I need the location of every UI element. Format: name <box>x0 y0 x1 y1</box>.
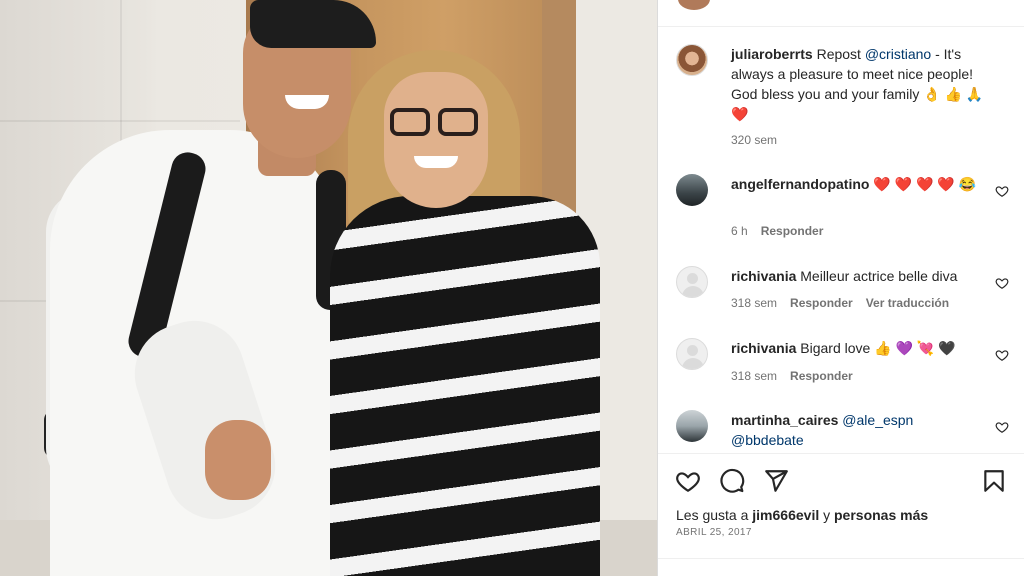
commenter-avatar[interactable] <box>676 410 708 442</box>
bookmark-icon[interactable] <box>981 468 1007 494</box>
comment-like-heart-icon[interactable] <box>995 184 1009 198</box>
woman-striped-sweater <box>330 196 600 576</box>
paper-plane-icon[interactable] <box>763 468 789 494</box>
caption-mention[interactable]: @cristiano <box>865 46 931 62</box>
woman-glasses <box>390 108 482 138</box>
post-photo[interactable] <box>0 0 657 576</box>
comment-text: Bigard love 👍 💜 💘 🖤 <box>796 340 956 356</box>
comment-time[interactable]: 6 h <box>731 224 748 238</box>
thumbs-up-hand <box>205 420 271 500</box>
comment-username[interactable]: richivania <box>731 340 796 356</box>
translate-button[interactable]: Ver traducción <box>866 296 949 310</box>
comment-text: Meilleur actrice belle diva <box>796 268 958 284</box>
commenter-avatar-default[interactable] <box>676 338 708 370</box>
comment-meta: 6 h Responder <box>731 224 836 238</box>
action-bar-divider <box>658 453 1024 454</box>
caption-text-prefix: Repost <box>812 46 865 62</box>
comment-username[interactable]: martinha_caires <box>731 412 838 428</box>
post-caption: juliaroberrts Repost @cristiano - It's a… <box>731 44 993 124</box>
likes-user[interactable]: jim666evil <box>752 507 819 523</box>
comment-username[interactable]: angelfernandopatino <box>731 176 869 192</box>
reply-button[interactable]: Responder <box>790 296 853 310</box>
author-avatar[interactable] <box>676 44 708 76</box>
commenter-avatar-default[interactable] <box>676 266 708 298</box>
comment-bubble-icon[interactable] <box>719 468 745 494</box>
comment-mention[interactable]: @bbdebate <box>731 432 804 448</box>
comment-username[interactable]: richivania <box>731 268 796 284</box>
comment-meta: 318 sem Responder Ver traducción <box>731 296 962 310</box>
comment-text: ❤️ ❤️ ❤️ ❤️ 😂 <box>869 176 977 192</box>
commenter-avatar[interactable] <box>676 174 708 206</box>
comment-time[interactable]: 318 sem <box>731 296 777 310</box>
comment-like-heart-icon[interactable] <box>995 420 1009 434</box>
comment-item: angelfernandopatino ❤️ ❤️ ❤️ ❤️ 😂 <box>731 174 993 194</box>
reply-button[interactable]: Responder <box>761 224 824 238</box>
likes-middle: y <box>819 507 834 523</box>
heart-outline-icon[interactable] <box>675 468 701 494</box>
caption-username[interactable]: juliaroberrts <box>731 46 813 62</box>
comment-mention[interactable]: @ale_espn <box>838 412 913 428</box>
likes-prefix: Les gusta a <box>676 507 753 523</box>
woman-face <box>384 72 488 208</box>
comment-like-heart-icon[interactable] <box>995 276 1009 290</box>
likes-summary: Les gusta a jim666evil y personas más <box>676 506 928 524</box>
comment-time[interactable]: 318 sem <box>731 369 777 383</box>
reply-button[interactable]: Responder <box>790 369 853 383</box>
header-avatar-partial[interactable] <box>678 0 710 10</box>
comment-like-heart-icon[interactable] <box>995 348 1009 362</box>
header-divider <box>658 26 1024 27</box>
comment-item: martinha_caires @ale_espn @bbdebate <box>731 410 993 450</box>
comments-panel: juliaroberrts Repost @cristiano - It's a… <box>657 0 1024 576</box>
man-black-cap <box>250 0 376 48</box>
likes-others[interactable]: personas más <box>834 507 928 523</box>
caption-time[interactable]: 320 sem <box>731 133 777 147</box>
woman-smile <box>414 156 458 168</box>
comment-meta: 318 sem Responder <box>731 369 866 383</box>
post-date[interactable]: ABRIL 25, 2017 <box>676 527 752 538</box>
comment-item: richivania Bigard love 👍 💜 💘 🖤 <box>731 338 993 358</box>
caption-meta: 320 sem <box>731 133 790 147</box>
bottom-divider <box>658 558 1024 559</box>
comment-item: richivania Meilleur actrice belle diva <box>731 266 993 286</box>
